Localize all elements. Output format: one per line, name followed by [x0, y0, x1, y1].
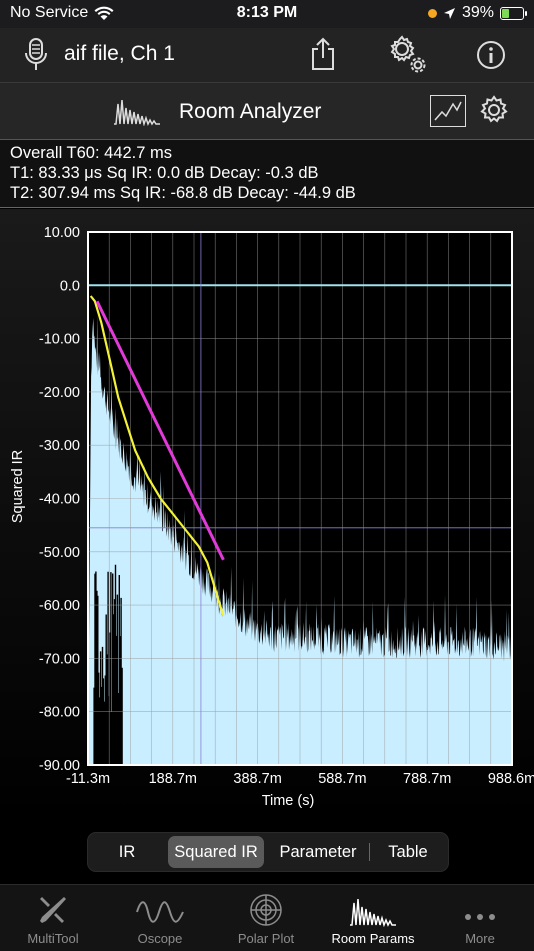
- x-tick-label: 588.7m: [318, 771, 366, 787]
- y-tick-label: 10.00: [44, 225, 80, 241]
- segment-divider: [369, 843, 370, 861]
- tab-multitool[interactable]: MultiTool: [0, 885, 106, 951]
- status-bar: No Service 8:13 PM 39%: [0, 0, 534, 28]
- t1-text: T1: 83.33 μs Sq IR: 0.0 dB Decay: -0.3 d…: [10, 164, 319, 182]
- analyzer-toolbar: Room Analyzer: [0, 83, 534, 140]
- share-icon[interactable]: [307, 36, 339, 72]
- view-segmented-control[interactable]: IR Squared IR Parameter Table: [87, 832, 449, 872]
- y-tick-label: -50.00: [39, 545, 80, 561]
- y-tick-label: -70.00: [39, 651, 80, 667]
- reverb-parameters-panel: Overall T60: 442.7 ms T1: 83.33 μs Sq IR…: [0, 140, 534, 208]
- info-icon[interactable]: [474, 38, 508, 72]
- tab-bar: MultiTool Oscope Polar Plot Room Params: [0, 884, 534, 951]
- top-toolbar: aif file, Ch 1: [0, 28, 534, 83]
- y-tick-label: -80.00: [39, 705, 80, 721]
- settings-gear-icon[interactable]: [387, 34, 429, 76]
- battery-percent: 39%: [461, 4, 494, 21]
- microphone-icon[interactable]: [22, 36, 50, 74]
- x-tick-label: -11.3m: [66, 771, 110, 787]
- recording-dot-icon: [427, 8, 437, 18]
- y-axis-label: Squared IR: [10, 450, 26, 523]
- location-icon: [443, 7, 455, 19]
- polar-plot-icon: [250, 894, 282, 926]
- room-params-icon: [350, 898, 396, 927]
- analyzer-title: Room Analyzer: [179, 100, 322, 123]
- segment-squared-ir[interactable]: Squared IR: [168, 836, 264, 868]
- room-analyzer-icon: [112, 95, 162, 127]
- segment-ir[interactable]: IR: [91, 836, 163, 868]
- multitool-icon: [40, 897, 66, 923]
- tab-oscope[interactable]: Oscope: [107, 885, 213, 951]
- squared-ir-plot-area[interactable]: 10.00 0.0 -10.00 -20.00 -30.00 -40.00 -50.00 -6…: [0, 209, 534, 819]
- tab-polar-plot[interactable]: Polar Plot: [213, 885, 319, 951]
- tab-room-params[interactable]: Room Params: [320, 885, 426, 951]
- battery-icon: [500, 6, 527, 20]
- y-tick-label: 0.0: [60, 278, 80, 294]
- x-tick-label: 988.6m: [488, 771, 534, 787]
- x-tick-label: 788.7m: [403, 771, 451, 787]
- t2-text: T2: 307.94 ms Sq IR: -68.8 dB Decay: -44…: [10, 184, 356, 202]
- x-tick-label: 188.7m: [149, 771, 197, 787]
- overall-t60-text: Overall T60: 442.7 ms: [10, 144, 173, 162]
- y-tick-label: -10.00: [39, 332, 80, 348]
- squared-ir-chart[interactable]: 10.00 0.0 -10.00 -20.00 -30.00 -40.00 -50.00 -6…: [0, 209, 534, 819]
- more-icon: [465, 914, 495, 920]
- source-title[interactable]: aif file, Ch 1: [64, 42, 175, 66]
- y-tick-label: -30.00: [39, 438, 80, 454]
- x-tick-label: 388.7m: [233, 771, 281, 787]
- y-tick-label: -20.00: [39, 385, 80, 401]
- x-axis-label: Time (s): [262, 793, 315, 809]
- oscope-icon: [136, 901, 184, 923]
- segment-table[interactable]: Table: [372, 836, 444, 868]
- y-tick-label: -60.00: [39, 598, 80, 614]
- analyzer-settings-gear-icon[interactable]: [478, 94, 510, 126]
- graph-view-icon[interactable]: [430, 95, 466, 127]
- y-tick-label: -40.00: [39, 492, 80, 508]
- tab-more[interactable]: More: [427, 885, 533, 951]
- segment-parameter[interactable]: Parameter: [268, 836, 368, 868]
